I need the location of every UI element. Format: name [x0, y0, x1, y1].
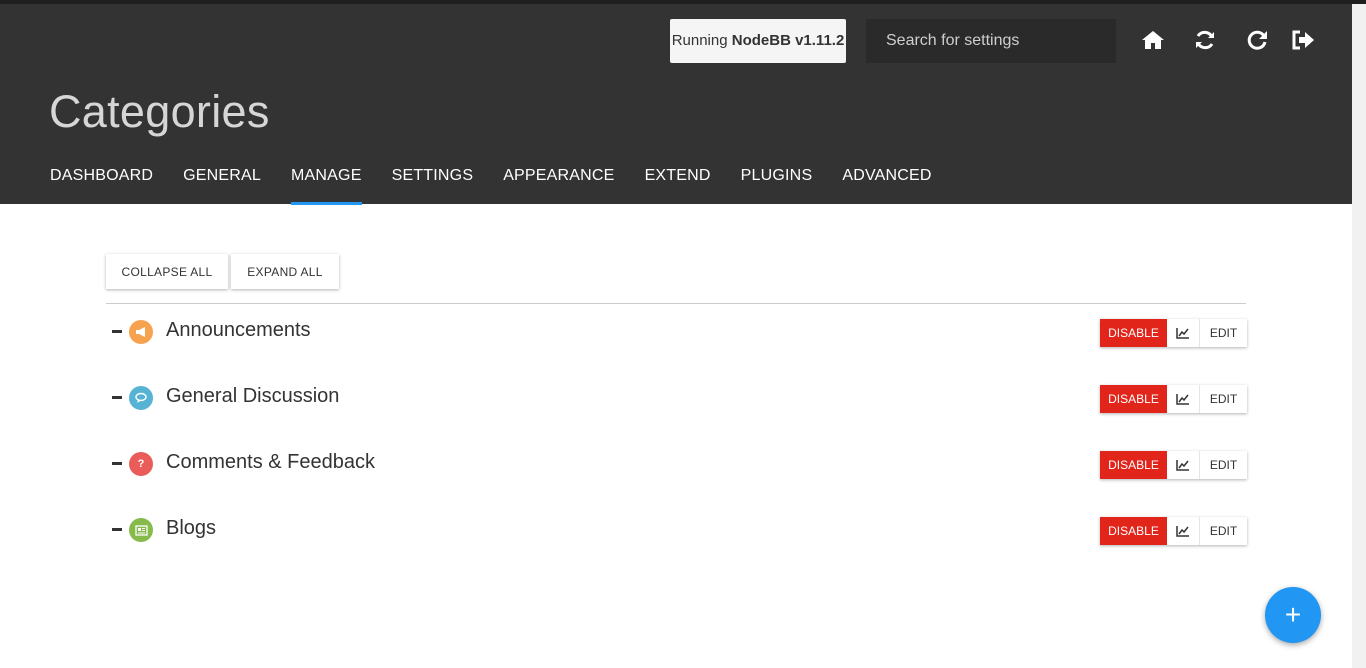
tab-advanced[interactable]: ADVANCED	[842, 162, 931, 204]
page-title: Categories	[49, 86, 270, 137]
collapse-toggle-icon[interactable]	[112, 396, 122, 399]
bullhorn-icon	[129, 320, 153, 344]
collapse-all-button[interactable]: COLLAPSE ALL	[106, 254, 228, 289]
question-icon: ?	[129, 452, 153, 476]
newspaper-icon	[129, 518, 153, 542]
tab-appearance[interactable]: APPEARANCE	[503, 162, 614, 204]
category-name[interactable]: General Discussion	[166, 385, 339, 408]
home-icon[interactable]	[1139, 26, 1167, 54]
category-actions: DISABLE EDIT	[1100, 385, 1247, 413]
rebuild-icon[interactable]	[1191, 26, 1219, 54]
collapse-toggle-icon[interactable]	[112, 462, 122, 465]
page-scrollbar[interactable]	[1352, 4, 1366, 668]
category-name[interactable]: Announcements	[166, 319, 311, 342]
category-actions: DISABLE EDIT	[1100, 451, 1247, 479]
category-row: General Discussion DISABLE EDIT	[106, 383, 1247, 413]
disable-button[interactable]: DISABLE	[1100, 451, 1167, 479]
expand-all-button[interactable]: EXPAND ALL	[231, 254, 339, 289]
restart-icon[interactable]	[1243, 26, 1271, 54]
category-actions: DISABLE EDIT	[1100, 319, 1247, 347]
edit-button[interactable]: EDIT	[1200, 385, 1247, 413]
edit-button[interactable]: EDIT	[1200, 451, 1247, 479]
line-chart-icon[interactable]	[1167, 517, 1200, 545]
edit-button[interactable]: EDIT	[1200, 319, 1247, 347]
category-name[interactable]: Comments & Feedback	[166, 451, 375, 474]
tab-manage[interactable]: MANAGE	[291, 162, 362, 205]
line-chart-icon[interactable]	[1167, 385, 1200, 413]
line-chart-icon[interactable]	[1167, 319, 1200, 347]
tab-dashboard[interactable]: DASHBOARD	[50, 162, 153, 204]
edit-button[interactable]: EDIT	[1200, 517, 1247, 545]
tab-general[interactable]: GENERAL	[183, 162, 261, 204]
disable-button[interactable]: DISABLE	[1100, 385, 1167, 413]
disable-button[interactable]: DISABLE	[1100, 517, 1167, 545]
version-badge: Running NodeBB v1.11.2	[670, 19, 846, 63]
logout-icon[interactable]	[1290, 26, 1318, 54]
collapse-toggle-icon[interactable]	[112, 330, 122, 333]
admin-nav: DASHBOARD GENERAL MANAGE SETTINGS APPEAR…	[50, 162, 962, 205]
tab-plugins[interactable]: PLUGINS	[741, 162, 813, 204]
category-row: ? Comments & Feedback DISABLE EDIT	[106, 449, 1247, 479]
admin-header: Running NodeBB v1.11.2 Categories DASHBO…	[0, 4, 1352, 205]
category-actions: DISABLE EDIT	[1100, 517, 1247, 545]
collapse-toggle-icon[interactable]	[112, 528, 122, 531]
category-name[interactable]: Blogs	[166, 517, 216, 540]
comments-icon	[129, 386, 153, 410]
line-chart-icon[interactable]	[1167, 451, 1200, 479]
disable-button[interactable]: DISABLE	[1100, 319, 1167, 347]
category-row: Announcements DISABLE EDIT	[106, 317, 1247, 347]
tab-settings[interactable]: SETTINGS	[392, 162, 474, 204]
add-category-button[interactable]: +	[1265, 587, 1321, 643]
list-divider	[106, 303, 1246, 304]
settings-search-input[interactable]	[866, 19, 1116, 63]
category-row: Blogs DISABLE EDIT	[106, 515, 1247, 545]
tab-extend[interactable]: EXTEND	[645, 162, 711, 204]
